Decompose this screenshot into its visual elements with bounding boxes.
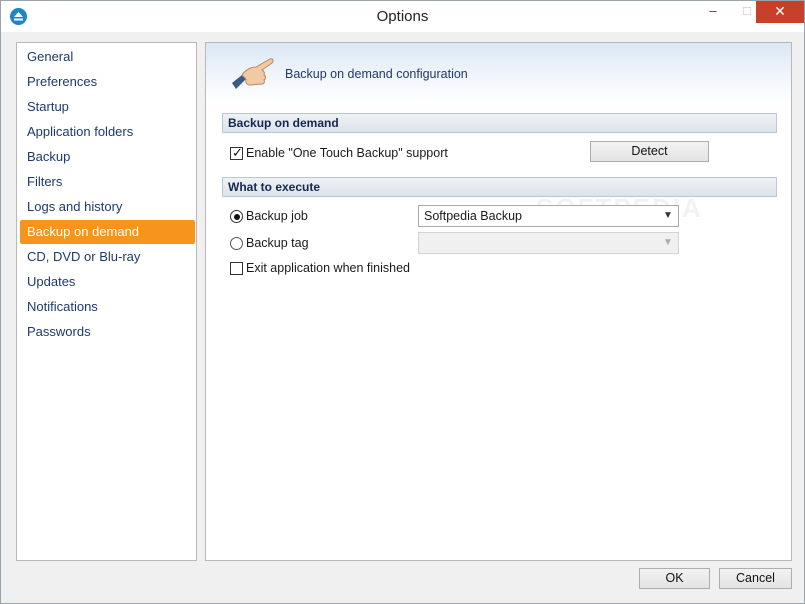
options-window: Options – □ ✕ General Preferences Startu… [0,0,805,604]
sidebar-item-startup[interactable]: Startup [20,95,195,119]
sidebar-item-preferences[interactable]: Preferences [20,70,195,94]
exit-when-finished-label[interactable]: Exit application when finished [246,261,410,275]
cancel-button[interactable]: Cancel [719,568,792,589]
settings-panel: Backup on demand configuration SOFTPEDIA… [205,42,792,561]
chevron-down-icon: ▼ [663,210,673,221]
sidebar-item-filters[interactable]: Filters [20,170,195,194]
detect-button[interactable]: Detect [590,141,709,162]
backup-tag-radio[interactable] [230,237,243,250]
panel-header: Backup on demand configuration [206,43,791,103]
enable-one-touch-checkbox[interactable]: ✓ [230,145,243,160]
checkmark-icon: ✓ [232,145,243,160]
backup-job-label[interactable]: Backup job [246,209,308,223]
sidebar-item-cd-dvd-bluray[interactable]: CD, DVD or Blu-ray [20,245,195,269]
sidebar-item-logs-and-history[interactable]: Logs and history [20,195,195,219]
sidebar-item-updates[interactable]: Updates [20,270,195,294]
exit-when-finished-checkbox[interactable] [230,262,243,275]
options-sidebar: General Preferences Startup Application … [16,42,197,561]
sidebar-item-application-folders[interactable]: Application folders [20,120,195,144]
title-bar: Options – □ ✕ [1,1,804,32]
backup-tag-select[interactable]: ▼ [418,232,679,254]
sidebar-item-backup[interactable]: Backup [20,145,195,169]
sidebar-item-general[interactable]: General [20,45,195,69]
backup-job-value: Softpedia Backup [424,209,522,223]
radio-selected-dot [233,213,240,220]
close-button[interactable]: ✕ [756,1,804,23]
minimize-button[interactable]: – [696,1,730,23]
sidebar-item-backup-on-demand[interactable]: Backup on demand [20,220,195,244]
sidebar-item-passwords[interactable]: Passwords [20,320,195,344]
window-title: Options [376,8,429,25]
ok-button[interactable]: OK [639,568,710,589]
section-what-to-execute: What to execute [222,177,777,197]
backup-job-select[interactable]: Softpedia Backup ▼ [418,205,679,227]
pointing-hand-icon [228,53,276,93]
sidebar-item-notifications[interactable]: Notifications [20,295,195,319]
backup-tag-label[interactable]: Backup tag [246,236,309,250]
section-backup-on-demand: Backup on demand [222,113,777,133]
backup-job-radio[interactable] [230,210,243,223]
enable-one-touch-label[interactable]: Enable "One Touch Backup" support [246,146,448,160]
panel-title: Backup on demand configuration [285,67,468,81]
chevron-down-icon: ▼ [663,237,673,248]
